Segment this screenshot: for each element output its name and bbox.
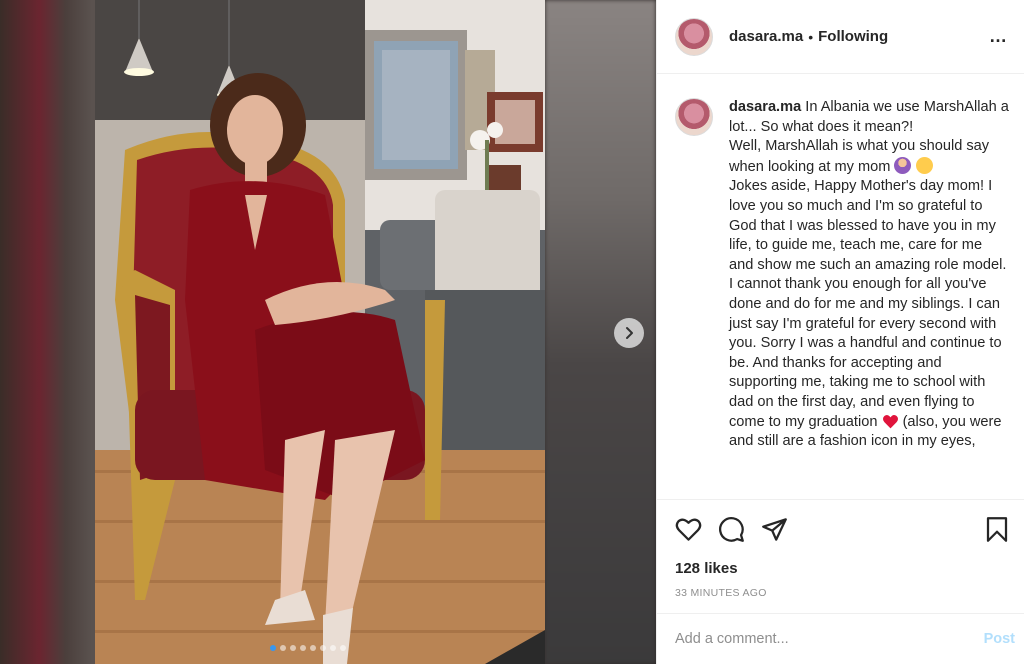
caption-section: dasara.ma In Albania we use MarshAllah a… xyxy=(657,74,1024,499)
carousel-indicator xyxy=(270,645,346,651)
comment-form: Post xyxy=(657,613,1024,664)
following-button[interactable]: Following xyxy=(818,28,888,45)
caption-marshallah: Well, MarshAllah is what you should say … xyxy=(729,138,990,175)
carousel-dot xyxy=(290,645,296,651)
likes-count[interactable]: 128 likes xyxy=(675,560,1009,577)
caption-username[interactable]: dasara.ma xyxy=(729,99,801,115)
header-username[interactable]: dasara.ma xyxy=(729,28,803,45)
heart-icon[interactable] xyxy=(675,517,702,542)
header-separator: • xyxy=(808,28,814,45)
post-actions: 128 likes 33 MINUTES AGO xyxy=(657,499,1024,599)
grinning-face-emoji-icon xyxy=(915,156,933,174)
comment-icon[interactable] xyxy=(718,516,745,543)
caption-text: dasara.ma In Albania we use MarshAllah a… xyxy=(729,98,1009,452)
avatar[interactable] xyxy=(675,17,713,56)
carousel-dot xyxy=(330,645,336,651)
post-photo-illustration xyxy=(95,0,545,664)
woman-gesturing-emoji-icon xyxy=(894,156,912,174)
next-slide-button[interactable] xyxy=(614,318,644,348)
caption: dasara.ma In Albania we use MarshAllah a… xyxy=(675,98,1009,452)
carousel-dot xyxy=(320,645,326,651)
post-sidebar: dasara.ma • Following … dasara.ma In Alb… xyxy=(656,0,1024,664)
post-header: dasara.ma • Following … xyxy=(657,0,1024,74)
red-heart-emoji-icon xyxy=(882,414,898,428)
carousel-dot xyxy=(310,645,316,651)
share-icon[interactable] xyxy=(761,517,788,542)
chevron-right-icon xyxy=(626,327,633,339)
more-options-icon[interactable]: … xyxy=(989,26,1008,47)
carousel-dot xyxy=(270,645,276,651)
carousel-dot xyxy=(280,645,286,651)
post-photo[interactable] xyxy=(95,0,545,664)
action-icons xyxy=(675,514,1009,544)
caption-body: Jokes aside, Happy Mother's day mom! I l… xyxy=(729,178,1007,430)
carousel-dot xyxy=(300,645,306,651)
caption-avatar[interactable] xyxy=(675,98,713,136)
carousel-dot xyxy=(340,645,346,651)
bookmark-icon[interactable] xyxy=(985,516,1009,543)
post-timestamp[interactable]: 33 MINUTES AGO xyxy=(675,587,1009,599)
comment-input[interactable] xyxy=(675,631,984,647)
post-button[interactable]: Post xyxy=(984,631,1015,647)
